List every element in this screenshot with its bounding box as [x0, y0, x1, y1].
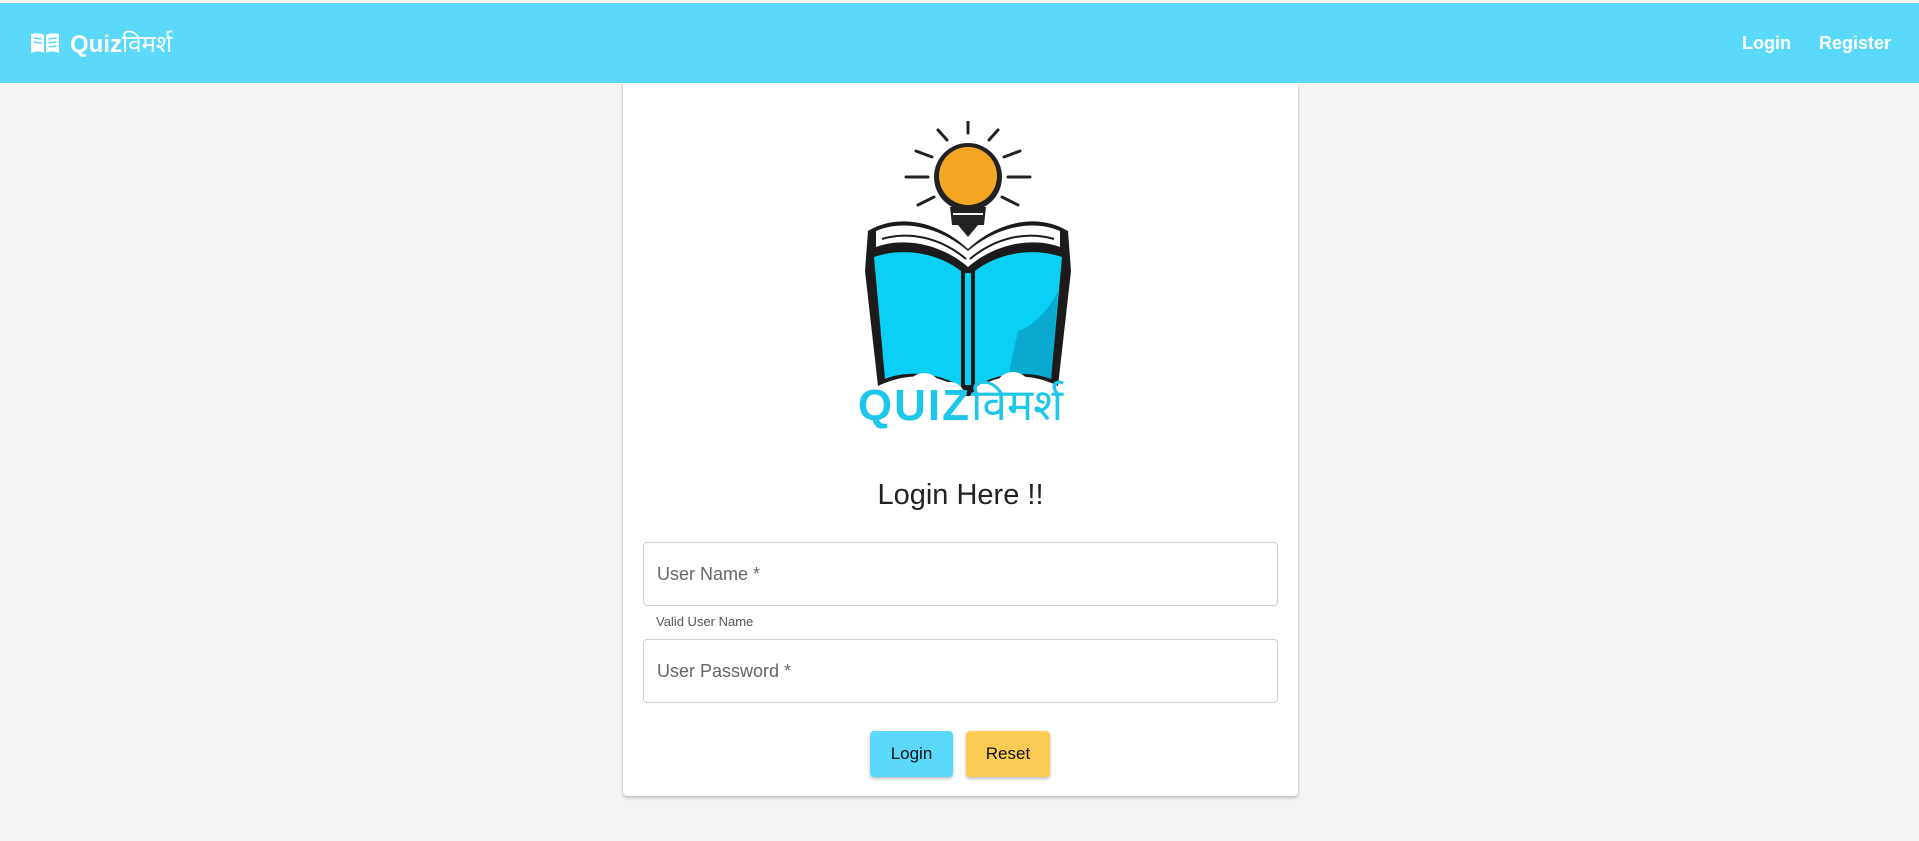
username-input[interactable] — [644, 543, 1277, 605]
username-hint: Valid User Name — [656, 614, 754, 629]
brand-name-devanagari: विमर्श — [122, 29, 173, 58]
nav-login-link[interactable]: Login — [1742, 33, 1791, 54]
login-button[interactable]: Login — [870, 731, 953, 777]
password-input[interactable] — [644, 640, 1277, 702]
login-title: Login Here !! — [877, 479, 1044, 511]
logo-word-latin: QUIZ — [857, 381, 971, 430]
nav-register-link[interactable]: Register — [1819, 33, 1891, 54]
password-field — [643, 639, 1278, 703]
brand-name: Quizविमर्श — [70, 27, 172, 60]
nav-links: Login Register — [1742, 33, 1891, 54]
brand-link[interactable]: Quizविमर्श — [30, 27, 172, 60]
login-card: QUIZविमर्श Login Here !! Valid User Name… — [623, 83, 1298, 796]
logo-word-devanagari: विमर्श — [971, 380, 1064, 431]
brand-name-latin: Quiz — [70, 30, 122, 58]
open-book-icon — [31, 33, 59, 53]
top-navbar: Quizविमर्श Login Register — [0, 3, 1919, 83]
logo-wordmark: QUIZविमर्श — [623, 373, 1298, 433]
reset-button[interactable]: Reset — [966, 731, 1050, 777]
username-field — [643, 542, 1278, 606]
